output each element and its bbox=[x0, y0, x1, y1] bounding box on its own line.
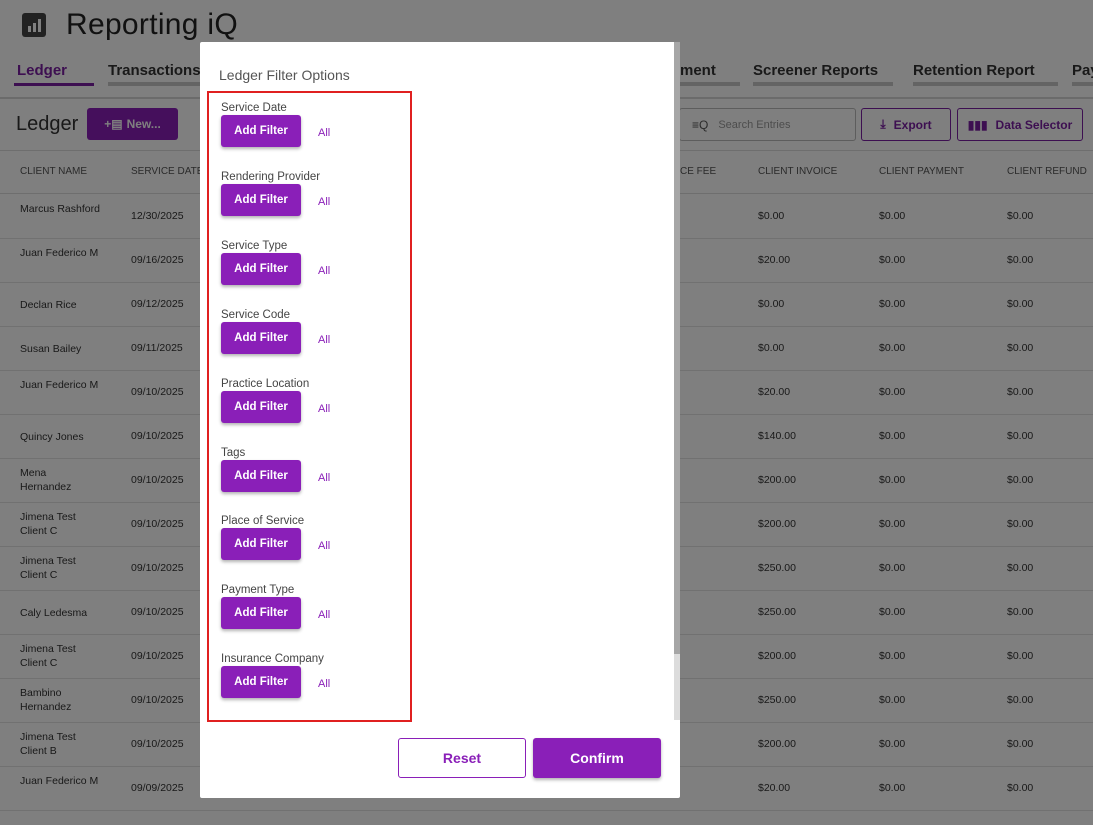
filter-all-link[interactable]: All bbox=[318, 196, 330, 208]
add-filter-button[interactable]: Add Filter bbox=[221, 390, 301, 423]
filter-label: Tags bbox=[221, 446, 246, 459]
filter-label: Rendering Provider bbox=[221, 170, 321, 183]
filter-all-link[interactable]: All bbox=[318, 472, 330, 484]
modal-scroll-thumb[interactable] bbox=[674, 42, 680, 654]
filter-group: Service Date Add Filter All bbox=[221, 102, 401, 147]
confirm-button[interactable]: Confirm bbox=[533, 738, 661, 778]
filter-all-link[interactable]: All bbox=[318, 127, 330, 139]
filter-group: Place of Service Add Filter All bbox=[221, 515, 401, 561]
filter-label: Practice Location bbox=[221, 377, 310, 390]
add-filter-button[interactable]: Add Filter bbox=[221, 597, 301, 630]
filter-group: Insurance Company Add Filter All bbox=[221, 653, 401, 699]
filter-all-link[interactable]: All bbox=[318, 403, 330, 415]
filter-group: Service Code Add Filter All bbox=[221, 308, 401, 354]
reset-button[interactable]: Reset bbox=[398, 738, 526, 778]
add-filter-button[interactable]: Add Filter bbox=[221, 459, 301, 492]
filter-all-link[interactable]: All bbox=[318, 540, 330, 552]
filter-label: Insurance Company bbox=[221, 653, 324, 666]
add-filter-button[interactable]: Add Filter bbox=[221, 528, 301, 561]
add-filter-button[interactable]: Add Filter bbox=[221, 115, 301, 147]
filter-label: Payment Type bbox=[221, 584, 295, 597]
filter-group: Service Type Add Filter All bbox=[221, 239, 401, 285]
add-filter-button[interactable]: Add Filter bbox=[221, 321, 301, 354]
filter-group: Tags Add Filter All bbox=[221, 446, 401, 492]
ledger-filter-modal: Ledger Filter Options Service Date Add Fi… bbox=[200, 42, 680, 798]
filter-all-link[interactable]: All bbox=[318, 678, 330, 690]
filter-label: Service Code bbox=[221, 308, 291, 321]
filter-group: Rendering Provider Add Filter All bbox=[221, 170, 401, 216]
filter-group: Payment Type Add Filter All bbox=[221, 584, 401, 630]
add-filter-button[interactable]: Add Filter bbox=[221, 183, 301, 216]
filter-options-panel: Service Date Add Filter All Rendering Provi… bbox=[207, 91, 412, 722]
add-filter-button[interactable]: Add Filter bbox=[221, 666, 301, 699]
filter-all-link[interactable]: All bbox=[318, 609, 330, 621]
filter-all-link[interactable]: All bbox=[318, 265, 330, 277]
filter-all-link[interactable]: All bbox=[318, 334, 330, 346]
filter-label: Place of Service bbox=[221, 515, 305, 528]
filter-label: Service Date bbox=[221, 102, 287, 114]
filter-group: Practice Location Add Filter All bbox=[221, 377, 401, 423]
add-filter-button[interactable]: Add Filter bbox=[221, 252, 301, 285]
modal-title: Ledger Filter Options bbox=[219, 67, 350, 83]
filter-label: Service Type bbox=[221, 239, 288, 252]
